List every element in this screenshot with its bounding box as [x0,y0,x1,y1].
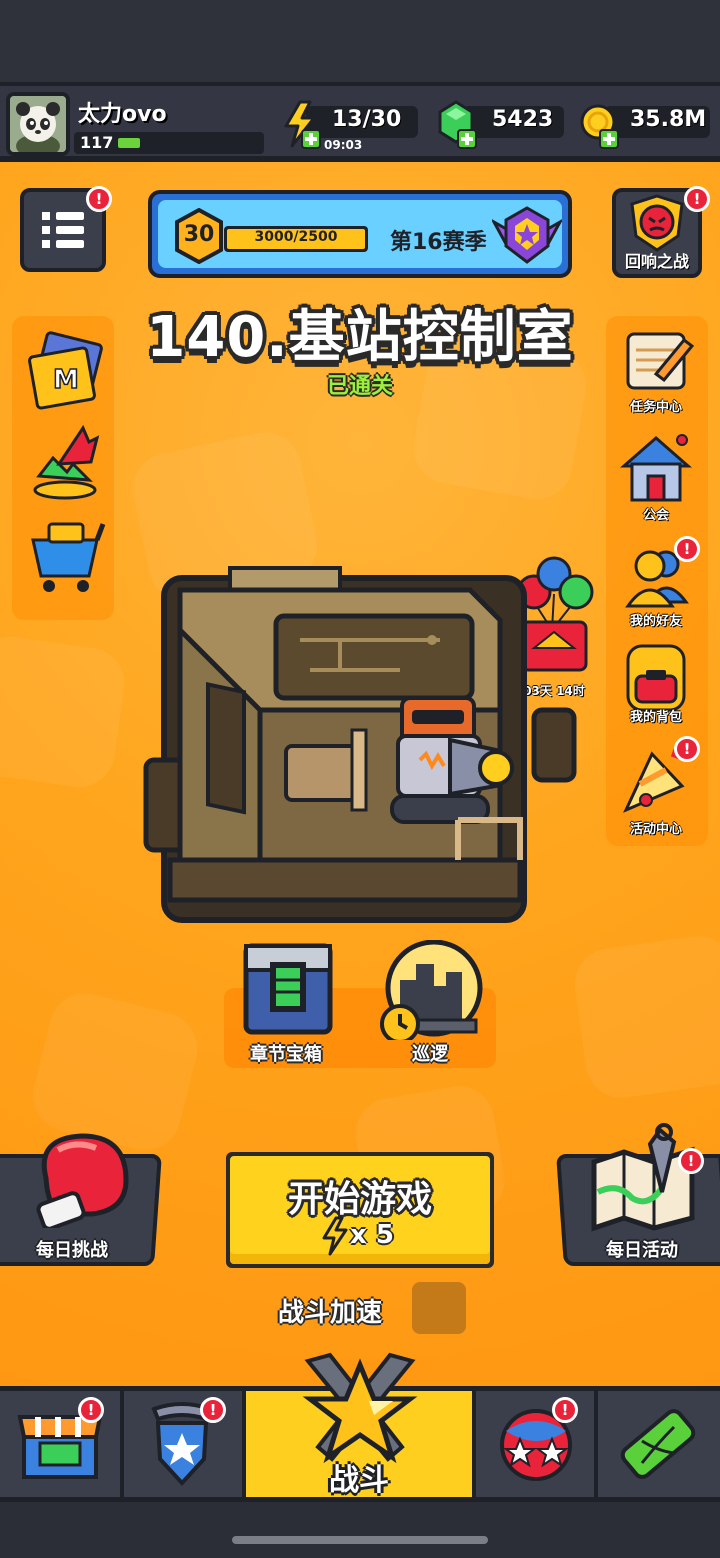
player-profile[interactable]: 太力ovo 117 [6,92,268,158]
player-xp-fill [118,138,140,148]
monthly-card-button[interactable]: M [14,330,114,420]
treasure-map-icon: ! [588,1122,704,1232]
control-room-scene [143,566,577,923]
chapter-chest-icon [243,943,333,1035]
notification-badge: ! [674,736,700,762]
nav-tab-talents[interactable]: ! [476,1391,598,1497]
player-name: 太力ovo [78,102,167,127]
stage-room-illustration[interactable] [140,560,580,930]
right-menu-label: 我的好友 [629,614,682,629]
energy-resource[interactable]: 13/30 09:03 [280,100,420,152]
nav-tab-battle[interactable]: 战斗 [246,1352,476,1498]
player-level-bar: 117 [74,132,264,154]
gem-value: 5423 [492,107,554,132]
patrol-city-icon [380,939,483,1044]
season-pass-banner[interactable]: 30 3000/2500 第16赛季 [148,190,572,278]
svg-text:M: M [53,365,79,395]
gold-coin-plus-icon[interactable] [580,100,622,154]
guild-house-icon [620,434,692,502]
notification-badge: ! [684,186,710,212]
backpack-button[interactable]: 我的背包 [606,640,706,730]
notification-badge: ! [200,1397,226,1423]
season-level: 30 [183,222,215,247]
quest-center-button[interactable]: 任务中心 [606,326,706,416]
dna-capsule-icon [620,1409,696,1479]
nav-tab-battle-label: 战斗 [329,1463,389,1498]
chapter-chest-button[interactable]: 章节宝箱 [236,940,340,1065]
gem-resource[interactable]: 5423 [438,100,564,149]
season-progress-bar: 3000/2500 [224,226,368,252]
start-game-label: 开始游戏 [287,1179,432,1220]
quest-scroll-icon [626,332,695,390]
nav-tab-shop[interactable]: ! [0,1391,124,1497]
battle-speed-toggle[interactable] [412,1282,466,1334]
season-title: 第16赛季 [390,230,487,255]
energy-timer: 09:03 [324,138,363,152]
boxing-glove-icon [26,1128,136,1231]
growth-fund-button[interactable] [14,420,114,510]
right-menu-label: 活动中心 [629,822,682,837]
nav-tab-equipment[interactable]: ! [124,1391,246,1497]
right-menu-label: 公会 [642,508,669,523]
chapter-chest-label: 章节宝箱 [250,1044,322,1065]
season-rank-badge-icon [490,204,564,272]
energy-cost: x 5 [350,1220,394,1250]
status-bar-area [0,0,720,82]
event-center-button[interactable]: 活动中心 ! [606,736,706,837]
growth-fund-icon [33,424,100,500]
shop-cart-icon [31,522,106,592]
start-game-button[interactable]: 开始游戏 x 5 [226,1152,494,1268]
top-resource-bar: 太力ovo 117 13/30 09:03 5423 35.8M [0,82,720,162]
shop-cart-button[interactable] [14,510,114,604]
lightning-plus-icon[interactable] [280,100,324,154]
right-menu-label: 任务中心 [629,400,682,415]
nav-tab-evolve[interactable] [598,1391,720,1497]
notification-badge: ! [78,1397,104,1423]
echo-battle-label: 回响之战 [624,252,689,271]
energy-value: 13/30 [332,107,402,132]
player-level: 117 [80,133,114,152]
backpack-icon [626,644,686,712]
notification-badge: ! [86,186,112,212]
home-indicator[interactable] [232,1536,488,1544]
right-menu-label: 我的背包 [629,710,682,725]
coin-value: 35.8M [630,107,707,132]
green-gem-plus-icon[interactable] [438,100,480,154]
patrol-label: 巡逻 [412,1044,448,1065]
crossed-swords-star-icon [290,1351,430,1471]
notification-badge: ! [552,1397,578,1423]
energy-cost-icon [322,1216,348,1260]
guild-button[interactable]: 公会 [606,432,706,523]
battle-speed-label: 战斗加速 [278,1298,383,1328]
notification-badge: ! [678,1148,704,1174]
player-avatar[interactable] [6,92,70,156]
monthly-card-icon: M [28,331,103,410]
notification-badge: ! [674,536,700,562]
echo-battle-button[interactable]: 回响之战 ! [612,186,710,278]
friends-button[interactable]: 我的好友 ! [606,536,706,630]
coin-resource[interactable]: 35.8M [580,104,710,149]
main-menu-button[interactable]: ! [20,186,112,272]
season-level-hex-icon: 30 [174,207,224,268]
bottom-navigation: ! ! 战斗 ! [0,1352,720,1502]
patrol-button[interactable]: 巡逻 [378,939,486,1065]
season-progress-text: 3000/2500 [254,229,338,245]
